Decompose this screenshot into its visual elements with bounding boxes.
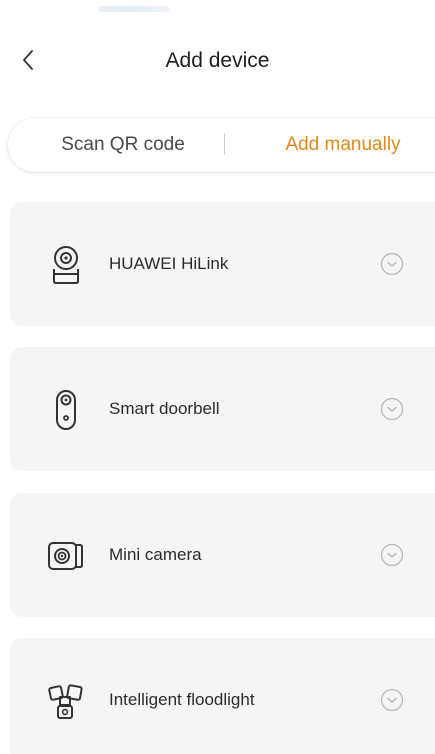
status-bar-fragment	[98, 6, 170, 12]
add-device-screen: Add device Scan QR code Add manually HUA…	[0, 0, 435, 754]
device-label: HUAWEI HiLink	[109, 254, 229, 273]
chevron-down-circle-icon[interactable]	[380, 252, 404, 276]
tab-scan-qr-code[interactable]: Scan QR code	[28, 118, 218, 172]
chevron-down-circle-icon[interactable]	[380, 397, 404, 421]
device-label: Intelligent floodlight	[109, 690, 255, 709]
hilink-camera-icon	[53, 246, 79, 284]
device-item-huawei-hilink[interactable]: HUAWEI HiLink	[10, 202, 435, 326]
device-item-smart-doorbell[interactable]: Smart doorbell	[10, 347, 435, 471]
tab-add-manually[interactable]: Add manually	[248, 118, 435, 172]
add-method-tabs: Scan QR code Add manually	[8, 118, 435, 172]
chevron-down-circle-icon[interactable]	[380, 688, 404, 712]
page-title: Add device	[165, 49, 270, 72]
device-item-intelligent-floodlight[interactable]: Intelligent floodlight	[10, 638, 435, 754]
floodlight-icon	[48, 684, 83, 719]
tab-divider	[224, 133, 225, 155]
device-label: Smart doorbell	[109, 399, 220, 418]
doorbell-icon	[56, 390, 76, 430]
device-label: Mini camera	[109, 545, 202, 564]
header: Add device	[0, 40, 435, 84]
mini-camera-icon	[48, 542, 83, 570]
device-item-mini-camera[interactable]: Mini camera	[10, 493, 435, 617]
chevron-down-circle-icon[interactable]	[380, 543, 404, 567]
